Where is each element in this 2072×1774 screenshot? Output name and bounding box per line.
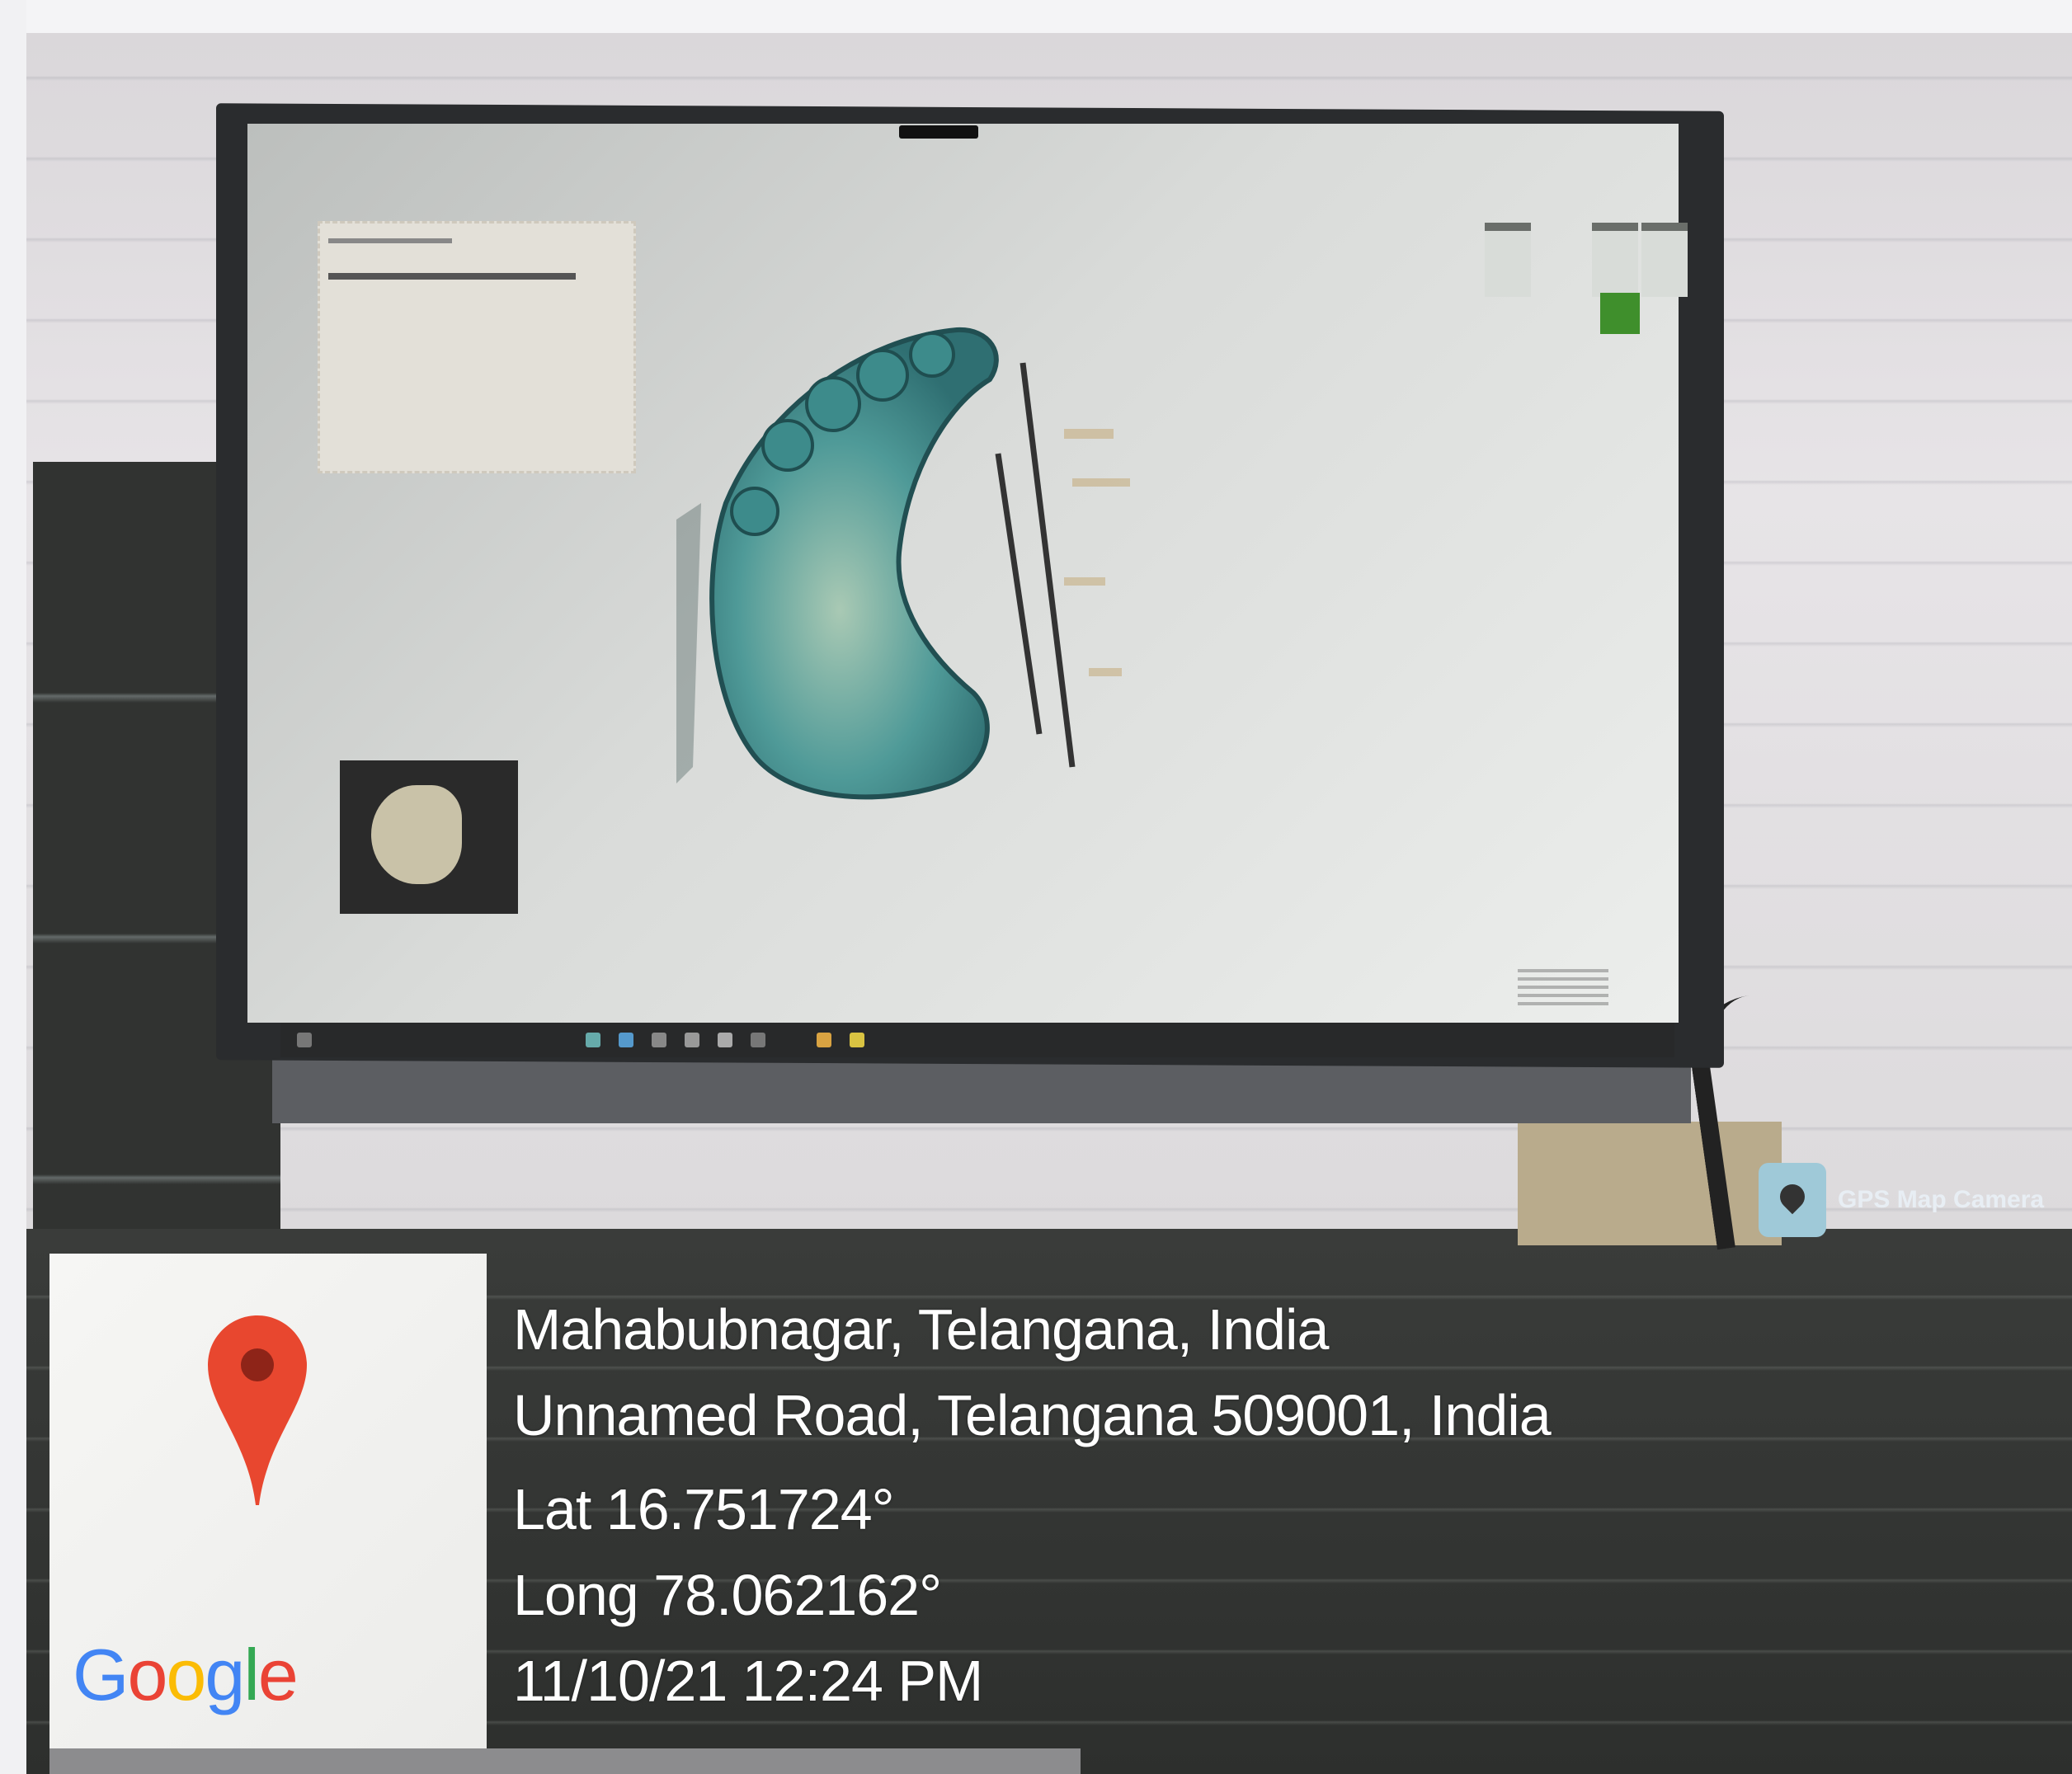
map-thumbnail: Google xyxy=(49,1254,487,1748)
taskbar-app-icon xyxy=(619,1033,633,1047)
place-title: Mahabubnagar, Telangana, India xyxy=(513,1297,1329,1362)
screen-toolbar-right xyxy=(1485,223,1688,297)
google-logo-letter: G xyxy=(73,1634,129,1715)
google-logo-letter: l xyxy=(243,1634,260,1715)
screen-thumbnail xyxy=(340,760,518,914)
gps-map-camera-badge: GPS Map Camera xyxy=(1759,1163,2044,1237)
screen-green-indicator xyxy=(1600,293,1640,334)
screen-status-text xyxy=(1518,969,1608,1010)
google-logo: Google xyxy=(73,1633,299,1717)
screen-tool-3 xyxy=(1641,223,1688,297)
taskbar-app-icon xyxy=(751,1033,765,1047)
location-info-overlay: Mahabubnagar, Telangana, India Unnamed R… xyxy=(513,1287,1552,1724)
screen-dialog-panel xyxy=(318,221,636,473)
taskbar-app-icon xyxy=(652,1033,666,1047)
taskbar-start-icon xyxy=(297,1033,312,1047)
photo-border-left xyxy=(0,0,26,1774)
screen-tool-1 xyxy=(1485,223,1531,297)
taskbar-app-icon xyxy=(586,1033,600,1047)
thumbnail-model xyxy=(371,785,462,884)
taskbar-app-icon xyxy=(817,1033,831,1047)
map-pin-icon xyxy=(1759,1163,1826,1237)
panel-title-bar xyxy=(328,238,452,243)
badge-label: GPS Map Camera xyxy=(1838,1186,2045,1213)
google-logo-letter: o xyxy=(127,1634,167,1715)
address-line: Unnamed Road, Telangana 509001, India xyxy=(513,1383,1552,1447)
longitude-line: Long 78.062162° xyxy=(513,1563,942,1627)
latitude-line: Lat 16.751724° xyxy=(513,1477,895,1541)
webcam xyxy=(899,125,978,139)
google-logo-letter: e xyxy=(257,1634,299,1715)
panel-text-bar xyxy=(328,273,576,280)
bottom-strip xyxy=(49,1748,1081,1774)
google-logo-letter: g xyxy=(205,1634,245,1715)
taskbar-app-icon xyxy=(685,1033,699,1047)
taskbar-app-icon xyxy=(718,1033,732,1047)
google-logo-letter: o xyxy=(166,1634,206,1715)
taskbar-app-icon xyxy=(850,1033,864,1047)
screen-taskbar xyxy=(280,1023,1674,1057)
screen-tool-2 xyxy=(1592,223,1638,297)
location-pin-icon xyxy=(208,1315,307,1505)
photo-border-top xyxy=(0,0,2072,33)
dental-scan-model xyxy=(676,327,1130,800)
datetime-line: 11/10/21 12:24 PM xyxy=(513,1649,983,1713)
